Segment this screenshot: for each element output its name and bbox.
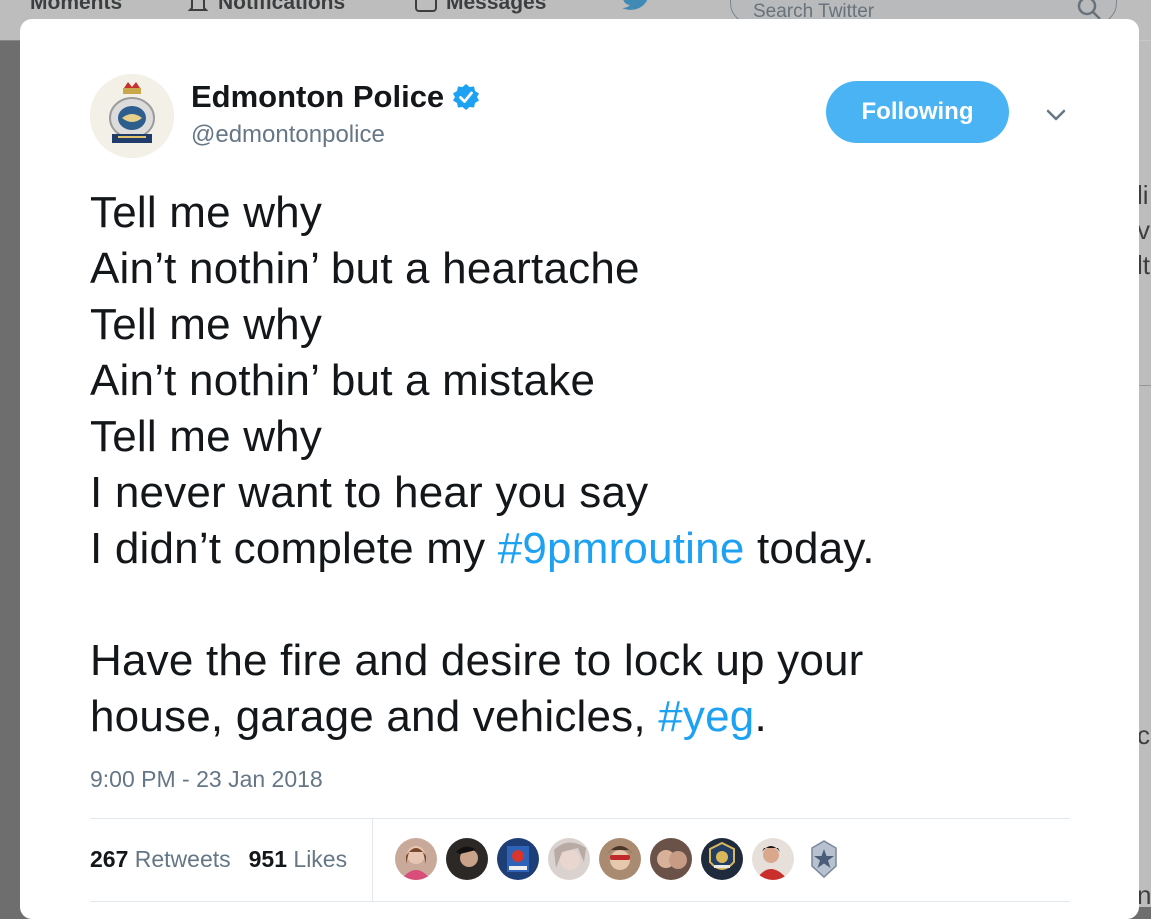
tweet-stats: 267 Retweets 951 Likes	[90, 846, 347, 873]
hashtag-yeg-link[interactable]: #yeg	[658, 692, 754, 741]
likes-stat[interactable]: 951 Likes	[249, 846, 347, 872]
search-icon[interactable]	[1076, 0, 1102, 21]
nav-messages[interactable]: Messages	[414, 0, 546, 15]
liker-avatar[interactable]	[701, 838, 743, 880]
twitter-bird-icon[interactable]	[620, 0, 654, 14]
police-badge-avatar-image	[701, 838, 743, 880]
person-avatar-image	[395, 838, 437, 880]
retweets-label: Retweets	[134, 846, 231, 872]
divider	[90, 901, 1070, 902]
police-crest-icon	[90, 74, 174, 158]
liker-avatar[interactable]	[446, 838, 488, 880]
background-text-fragment: n:	[1139, 880, 1151, 907]
liker-avatar[interactable]	[395, 838, 437, 880]
tweet-line: Ain’t nothin’ but a mistake	[90, 356, 596, 405]
badge-star-avatar-image	[803, 838, 845, 880]
background-text-fragment: v	[1139, 215, 1150, 245]
following-button[interactable]: Following	[826, 81, 1009, 143]
messages-label: Messages	[446, 0, 547, 14]
background-text-fragment: lt	[1139, 250, 1150, 280]
person-avatar-image	[599, 838, 641, 880]
tweet-line-segment: today.	[744, 524, 875, 573]
tweet-timestamp[interactable]: 9:00 PM - 23 Jan 2018	[90, 766, 323, 793]
tweet-line: Tell me why	[90, 188, 323, 237]
tweet-line: Ain’t nothin’ but a heartache	[90, 244, 640, 293]
background-text-fragment: li	[1139, 180, 1149, 210]
bell-icon	[187, 0, 209, 11]
moments-label: Moments	[30, 0, 123, 14]
retweets-count: 267	[90, 846, 129, 872]
likes-label: Likes	[293, 846, 348, 872]
display-name[interactable]: Edmonton Police	[191, 79, 480, 115]
notifications-label: Notifications	[218, 0, 346, 14]
person-avatar-image	[446, 838, 488, 880]
tweet-paragraph-segment: .	[754, 692, 767, 741]
nav-notifications[interactable]: Notifications	[186, 0, 345, 15]
liker-avatar[interactable]	[752, 838, 794, 880]
liker-avatar[interactable]	[650, 838, 692, 880]
retweets-stat[interactable]: 267 Retweets	[90, 846, 231, 872]
display-name-text: Edmonton Police	[191, 79, 445, 114]
liker-avatar[interactable]	[497, 838, 539, 880]
tweet-line-segment: I didn’t complete my	[90, 524, 498, 573]
envelope-icon	[415, 0, 437, 12]
tweet-line: Tell me why	[90, 300, 323, 349]
liker-avatar[interactable]	[548, 838, 590, 880]
user-handle[interactable]: @edmontonpolice	[191, 121, 385, 149]
liker-avatar[interactable]	[803, 838, 845, 880]
police-logo-avatar-image	[497, 838, 539, 880]
divider	[90, 818, 1070, 819]
tweet-modal: Edmonton Police @edmontonpolice Followin…	[20, 19, 1139, 919]
likes-count: 951	[248, 846, 288, 872]
background-text-fragment: cl	[1139, 720, 1151, 750]
nav-moments[interactable]: Moments	[30, 0, 122, 15]
tweet-line: Tell me why	[90, 412, 323, 461]
profile-avatar[interactable]	[90, 74, 174, 158]
person-avatar-image	[548, 838, 590, 880]
background-timeline-column: li v lt cl n:	[1139, 40, 1151, 907]
tweet-line: I never want to hear you say	[90, 468, 649, 517]
tweet-text: Tell me why Ain’t nothin’ but a heartach…	[90, 185, 1100, 745]
background-divider	[1139, 385, 1151, 386]
person-avatar-image	[752, 838, 794, 880]
verified-badge-icon	[453, 84, 480, 110]
stats-divider	[372, 819, 373, 901]
chevron-down-icon[interactable]	[1042, 101, 1070, 129]
person-avatar-image	[650, 838, 692, 880]
hashtag-9pmroutine-link[interactable]: #9pmroutine	[498, 524, 745, 573]
liker-avatar[interactable]	[599, 838, 641, 880]
